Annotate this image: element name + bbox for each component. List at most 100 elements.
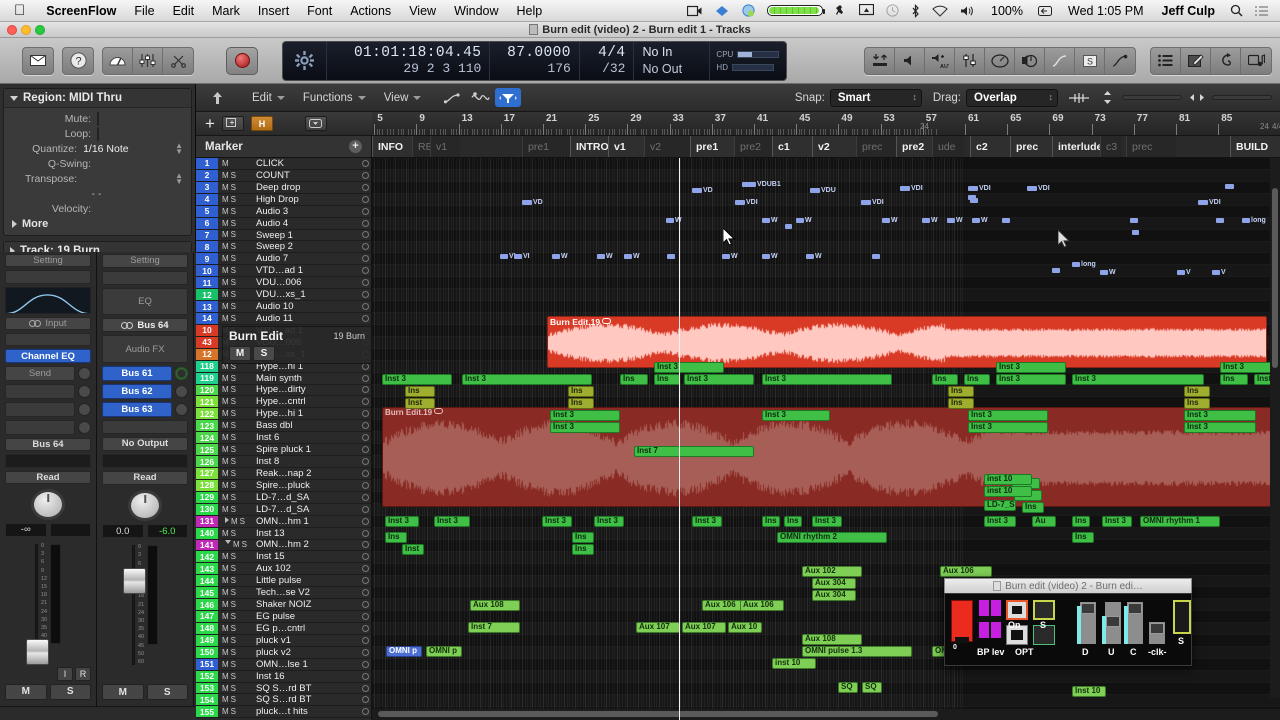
- region-inst-3-24[interactable]: Inst 3: [762, 410, 830, 421]
- region-ins-47[interactable]: Ins: [385, 532, 407, 543]
- track-mute-button[interactable]: M: [222, 529, 229, 538]
- track-header-row[interactable]: 14MSAudio 11: [196, 313, 371, 325]
- track-number[interactable]: 1: [196, 158, 218, 169]
- track-number[interactable]: 146: [196, 599, 218, 610]
- track-mute-button[interactable]: M: [222, 576, 229, 585]
- track-record-icon[interactable]: [359, 708, 371, 715]
- menu-item-edit[interactable]: Edit: [164, 4, 204, 18]
- group-slot-1[interactable]: [5, 454, 91, 467]
- tooltip-mute-button[interactable]: M: [229, 346, 251, 361]
- marker-7[interactable]: pre1: [690, 136, 734, 158]
- track-header-row[interactable]: 9MSAudio 7: [196, 253, 371, 265]
- track-mute-button[interactable]: M: [222, 600, 229, 609]
- track-name[interactable]: Reak…nap 2: [256, 468, 359, 479]
- marker-13[interactable]: ude: [932, 136, 964, 158]
- metronome-off-icon[interactable]: [895, 48, 925, 74]
- menu-item-help[interactable]: Help: [508, 4, 552, 18]
- marker-18[interactable]: prec: [1126, 136, 1176, 158]
- track-solo-button[interactable]: S: [231, 314, 236, 323]
- track-solo-button[interactable]: S: [231, 254, 236, 263]
- midi-note[interactable]: [947, 218, 955, 223]
- pan-knob-1[interactable]: [31, 489, 65, 520]
- track-record-icon[interactable]: [359, 386, 371, 393]
- region-inst-3-37[interactable]: Inst 3: [594, 516, 624, 527]
- midi-note[interactable]: [900, 186, 910, 191]
- mute-checkbox[interactable]: [97, 112, 99, 126]
- track-record-icon[interactable]: [359, 625, 371, 632]
- video-el-btn-s[interactable]: [1033, 600, 1055, 620]
- region-inst-10-75[interactable]: inst 10: [984, 474, 1032, 485]
- track-solo-button[interactable]: S: [231, 266, 236, 275]
- insert-slot-empty-1[interactable]: [5, 333, 91, 346]
- track-mute-button[interactable]: M: [222, 242, 229, 251]
- audio-fx-slot-2[interactable]: Audio FX: [102, 335, 188, 363]
- tuner-icon[interactable]: [103, 48, 133, 74]
- region-aux-106-56[interactable]: Aux 106: [940, 566, 992, 577]
- midi-note[interactable]: [1225, 184, 1234, 189]
- send-row-b3[interactable]: Bus 63: [102, 402, 188, 417]
- region-ins-3[interactable]: Ins: [654, 374, 680, 385]
- track-mute-button[interactable]: M: [222, 481, 229, 490]
- track-controls[interactable]: MS: [218, 230, 256, 239]
- track-record-icon[interactable]: [359, 589, 371, 596]
- track-controls[interactable]: MS: [218, 397, 256, 406]
- region-inst-19[interactable]: Inst: [405, 398, 435, 409]
- mail-icon[interactable]: [23, 48, 53, 74]
- send-row-3[interactable]: [5, 402, 91, 417]
- duplicate-track-icon[interactable]: [222, 116, 244, 131]
- track-record-icon[interactable]: [359, 565, 371, 572]
- pencil-tool-icon[interactable]: [1045, 48, 1075, 74]
- track-solo-button[interactable]: S: [231, 588, 236, 597]
- region-inst-3-8[interactable]: Inst 3: [996, 374, 1066, 385]
- region-omni-rhythm-2-50[interactable]: OMNI rhythm 2: [777, 532, 887, 543]
- track-solo-button[interactable]: S: [231, 242, 236, 251]
- marker-lane[interactable]: INFOREv1pre1INTROv1v2pre1pre2c1v2precpre…: [372, 136, 1280, 158]
- region-ins-18[interactable]: Ins: [1184, 386, 1210, 397]
- track-record-icon[interactable]: [359, 601, 371, 608]
- flex-icon[interactable]: [467, 88, 493, 107]
- track-name[interactable]: Audio 7: [256, 253, 359, 264]
- track-number[interactable]: 14: [196, 313, 218, 324]
- video-window-content[interactable]: 0 On S BP lev OPT D U C -clk- S: [944, 593, 1192, 666]
- track-number[interactable]: 150: [196, 647, 218, 658]
- track-number[interactable]: 154: [196, 694, 218, 705]
- loops-icon[interactable]: [1211, 48, 1241, 74]
- track-mute-button[interactable]: M: [222, 421, 229, 430]
- track-solo-button[interactable]: S: [231, 481, 236, 490]
- send-slot-2[interactable]: [5, 384, 75, 399]
- menu-edit[interactable]: Edit: [244, 90, 293, 106]
- track-mute-button[interactable]: M: [222, 171, 229, 180]
- track-options-icon[interactable]: [305, 116, 327, 131]
- track-controls[interactable]: MS: [218, 576, 256, 585]
- send-row-2[interactable]: [5, 384, 91, 399]
- track-number[interactable]: 126: [196, 456, 218, 467]
- marker-12[interactable]: pre2: [896, 136, 936, 158]
- track-header-row[interactable]: 12MSVDU…xs_1: [196, 289, 371, 301]
- midi-note[interactable]: [692, 188, 702, 193]
- add-marker-button[interactable]: +: [349, 140, 362, 153]
- mixer-icon[interactable]: [133, 48, 163, 74]
- track-number[interactable]: 141: [196, 540, 218, 551]
- more-disclosure-icon[interactable]: [12, 220, 17, 228]
- midi-note[interactable]: [1212, 270, 1220, 275]
- marker-5[interactable]: v1: [608, 136, 644, 158]
- track-name[interactable]: Main synth: [256, 373, 359, 384]
- param-row-transpose[interactable]: Transpose: ▲▼: [4, 171, 191, 186]
- track-controls[interactable]: MS: [218, 242, 256, 251]
- track-name[interactable]: Inst 13: [256, 528, 359, 539]
- track-record-icon[interactable]: [359, 518, 371, 525]
- track-controls[interactable]: MS: [218, 457, 256, 466]
- marker-15[interactable]: prec: [1010, 136, 1052, 158]
- track-name[interactable]: Sweep 1: [256, 230, 359, 241]
- horizontal-zoom-slider[interactable]: [1184, 88, 1210, 107]
- track-name[interactable]: High Drop: [256, 194, 359, 205]
- send-row-b2[interactable]: Bus 62: [102, 384, 188, 399]
- track-controls[interactable]: MS: [218, 517, 256, 526]
- track-solo-button[interactable]: S: [231, 207, 236, 216]
- midi-note[interactable]: [872, 254, 880, 259]
- track-record-icon[interactable]: [359, 458, 371, 465]
- track-number[interactable]: 151: [196, 659, 218, 670]
- send-row-1[interactable]: Send: [5, 366, 91, 381]
- track-record-icon[interactable]: [359, 279, 371, 286]
- mute-solo-row-1[interactable]: M S: [5, 684, 91, 700]
